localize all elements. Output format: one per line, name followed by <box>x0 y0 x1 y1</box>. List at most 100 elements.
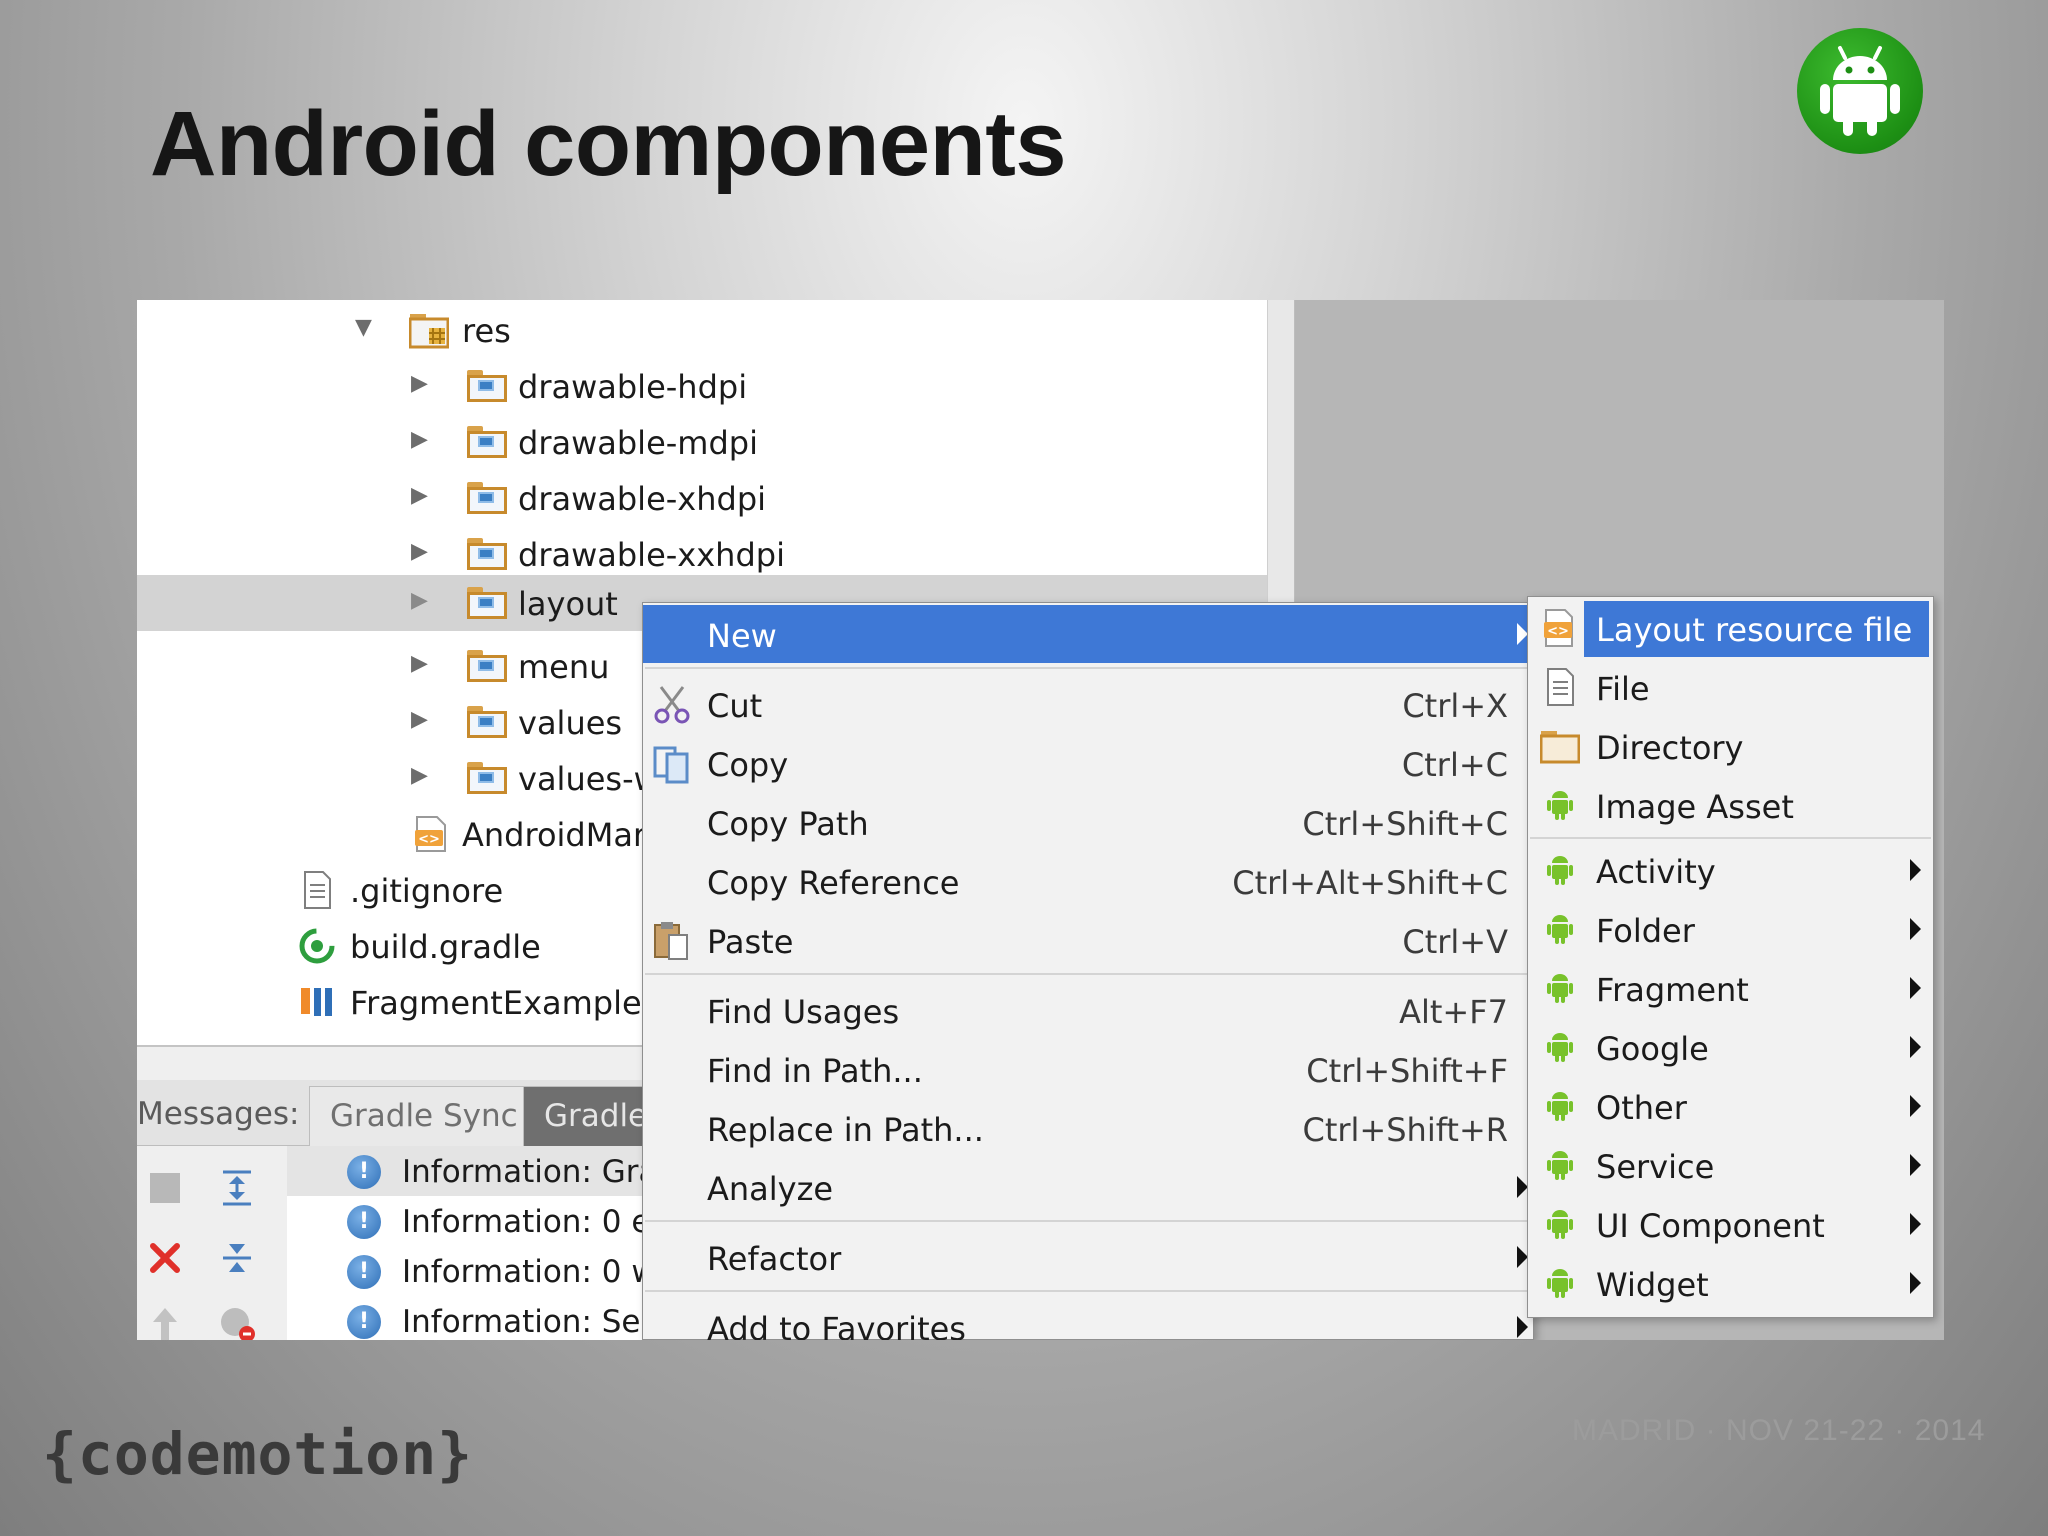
android-icon <box>1540 1086 1580 1126</box>
menu-item-copy-reference[interactable]: Copy Reference Ctrl+Alt+Shift+C <box>643 852 1533 910</box>
info-icon: ! <box>347 1205 381 1239</box>
expand-arrow-icon[interactable]: ▶ <box>411 651 428 676</box>
iml-icon <box>297 982 337 1022</box>
submenu-item-label: Folder <box>1596 912 1695 950</box>
tree-item-drawable-xxhdpi[interactable]: ▶ drawable-xxhdpi <box>137 526 1267 582</box>
menu-item-copy[interactable]: Copy Ctrl+C <box>643 734 1533 792</box>
expand-arrow-icon[interactable]: ▶ <box>411 588 428 613</box>
collapse-all-icon[interactable] <box>217 1238 257 1278</box>
text-file-icon <box>297 870 337 910</box>
file-icon <box>1540 667 1580 707</box>
android-icon <box>1540 1145 1580 1185</box>
copy-icon <box>651 742 693 784</box>
submenu-item-activity[interactable]: Activity <box>1528 841 1933 899</box>
filter-warnings-icon[interactable] <box>217 1302 257 1340</box>
menu-item-shortcut: Ctrl+Shift+C <box>1302 805 1508 843</box>
folder-icon <box>467 538 507 570</box>
message-text: Information: 0 e <box>402 1204 651 1240</box>
expand-arrow-icon[interactable]: ▶ <box>411 371 428 396</box>
menu-item-add-to-favorites[interactable]: Add to Favorites <box>643 1298 1533 1340</box>
tree-item-label: menu <box>518 648 610 686</box>
tree-item-drawable-mdpi[interactable]: ▶ drawable-mdpi <box>137 414 1267 470</box>
menu-item-shortcut: Ctrl+V <box>1402 923 1508 961</box>
tree-item-label: AndroidMar <box>462 816 647 854</box>
layout-file-icon: <> <box>1540 608 1580 648</box>
menu-item-find-in-path[interactable]: Find in Path... Ctrl+Shift+F <box>643 1040 1533 1098</box>
submenu-arrow-icon <box>1910 1036 1921 1058</box>
expand-arrow-icon[interactable]: ▶ <box>411 763 428 788</box>
menu-separator <box>645 667 1531 669</box>
expand-all-icon[interactable] <box>217 1168 257 1208</box>
menu-item-shortcut: Ctrl+Shift+F <box>1306 1052 1508 1090</box>
submenu-item-other[interactable]: Other <box>1528 1077 1933 1135</box>
submenu-item-image-asset[interactable]: Image Asset <box>1528 776 1933 834</box>
expand-arrow-icon[interactable]: ▶ <box>411 539 428 564</box>
info-icon: ! <box>347 1255 381 1289</box>
submenu-arrow-icon <box>1910 1095 1921 1117</box>
menu-item-cut[interactable]: Cut Ctrl+X <box>643 675 1533 733</box>
expand-arrow-icon[interactable]: ▶ <box>411 427 428 452</box>
menu-item-copy-path[interactable]: Copy Path Ctrl+Shift+C <box>643 793 1533 851</box>
menu-item-shortcut: Ctrl+Shift+R <box>1302 1111 1508 1149</box>
gradle-icon <box>297 926 337 966</box>
menu-separator <box>645 1220 1531 1222</box>
folder-icon <box>467 762 507 794</box>
menu-item-paste[interactable]: Paste Ctrl+V <box>643 911 1533 969</box>
stop-icon[interactable] <box>145 1168 185 1208</box>
close-icon[interactable] <box>145 1238 185 1278</box>
submenu-arrow-icon <box>1910 1272 1921 1294</box>
submenu-item-google[interactable]: Google <box>1528 1018 1933 1076</box>
submenu-item-ui-component[interactable]: UI Component <box>1528 1195 1933 1253</box>
submenu-item-label: Other <box>1596 1089 1687 1127</box>
slide-title: Android components <box>150 93 1067 195</box>
submenu-item-fragment[interactable]: Fragment <box>1528 959 1933 1017</box>
expand-arrow-icon[interactable]: ▶ <box>411 483 428 508</box>
tab-gradle-sync[interactable]: Gradle Sync <box>309 1086 539 1146</box>
menu-item-refactor[interactable]: Refactor <box>643 1228 1533 1286</box>
expand-arrow-icon[interactable]: ▼ <box>355 315 372 340</box>
submenu-item-layout-resource-file[interactable]: <> Layout resource file <box>1528 599 1933 657</box>
submenu-item-file[interactable]: File <box>1528 658 1933 716</box>
svg-text:<>: <> <box>418 832 440 847</box>
menu-item-label: New <box>707 617 777 655</box>
tree-item-label: values <box>518 704 623 742</box>
tree-item-label: drawable-mdpi <box>518 424 758 462</box>
codemotion-logo: {codemotion} <box>42 1420 474 1488</box>
menu-item-shortcut: Ctrl+X <box>1402 687 1508 725</box>
folder-icon <box>467 370 507 402</box>
android-icon <box>1540 850 1580 890</box>
menu-item-replace-in-path[interactable]: Replace in Path... Ctrl+Shift+R <box>643 1099 1533 1157</box>
up-arrow-icon[interactable] <box>145 1302 185 1340</box>
tree-item-drawable-hdpi[interactable]: ▶ drawable-hdpi <box>137 358 1267 414</box>
manifest-icon: <> <box>411 814 451 854</box>
submenu-item-directory[interactable]: Directory <box>1528 717 1933 775</box>
tree-item-label: res <box>462 312 511 350</box>
menu-item-label: Copy <box>707 746 789 784</box>
submenu-item-label: File <box>1596 670 1650 708</box>
menu-item-find-usages[interactable]: Find Usages Alt+F7 <box>643 981 1533 1039</box>
submenu-item-service[interactable]: Service <box>1528 1136 1933 1194</box>
submenu-item-folder[interactable]: Folder <box>1528 900 1933 958</box>
folder-icon <box>467 706 507 738</box>
menu-item-analyze[interactable]: Analyze <box>643 1158 1533 1216</box>
folder-icon <box>467 650 507 682</box>
submenu-item-widget[interactable]: Widget <box>1528 1254 1933 1312</box>
submenu-arrow-icon <box>1910 977 1921 999</box>
tree-item-res[interactable]: ▼ res <box>137 302 1267 358</box>
submenu-item-label: Layout resource file <box>1596 611 1913 649</box>
menu-item-shortcut: Ctrl+Alt+Shift+C <box>1232 864 1508 902</box>
menu-item-label: Refactor <box>707 1240 842 1278</box>
info-icon: ! <box>347 1305 381 1339</box>
tree-item-label: drawable-hdpi <box>518 368 748 406</box>
expand-arrow-icon[interactable]: ▶ <box>411 707 428 732</box>
tree-item-label: FragmentExample-F <box>350 984 672 1022</box>
tree-item-label: build.gradle <box>350 928 541 966</box>
folder-icon <box>467 482 507 514</box>
submenu-item-label: Google <box>1596 1030 1709 1068</box>
submenu-item-label: Widget <box>1596 1266 1709 1304</box>
folder-icon <box>467 587 507 619</box>
menu-item-new[interactable]: New <box>643 605 1533 663</box>
tree-item-drawable-xhdpi[interactable]: ▶ drawable-xhdpi <box>137 470 1267 526</box>
menu-item-label: Analyze <box>707 1170 834 1208</box>
menu-item-label: Add to Favorites <box>707 1310 966 1340</box>
